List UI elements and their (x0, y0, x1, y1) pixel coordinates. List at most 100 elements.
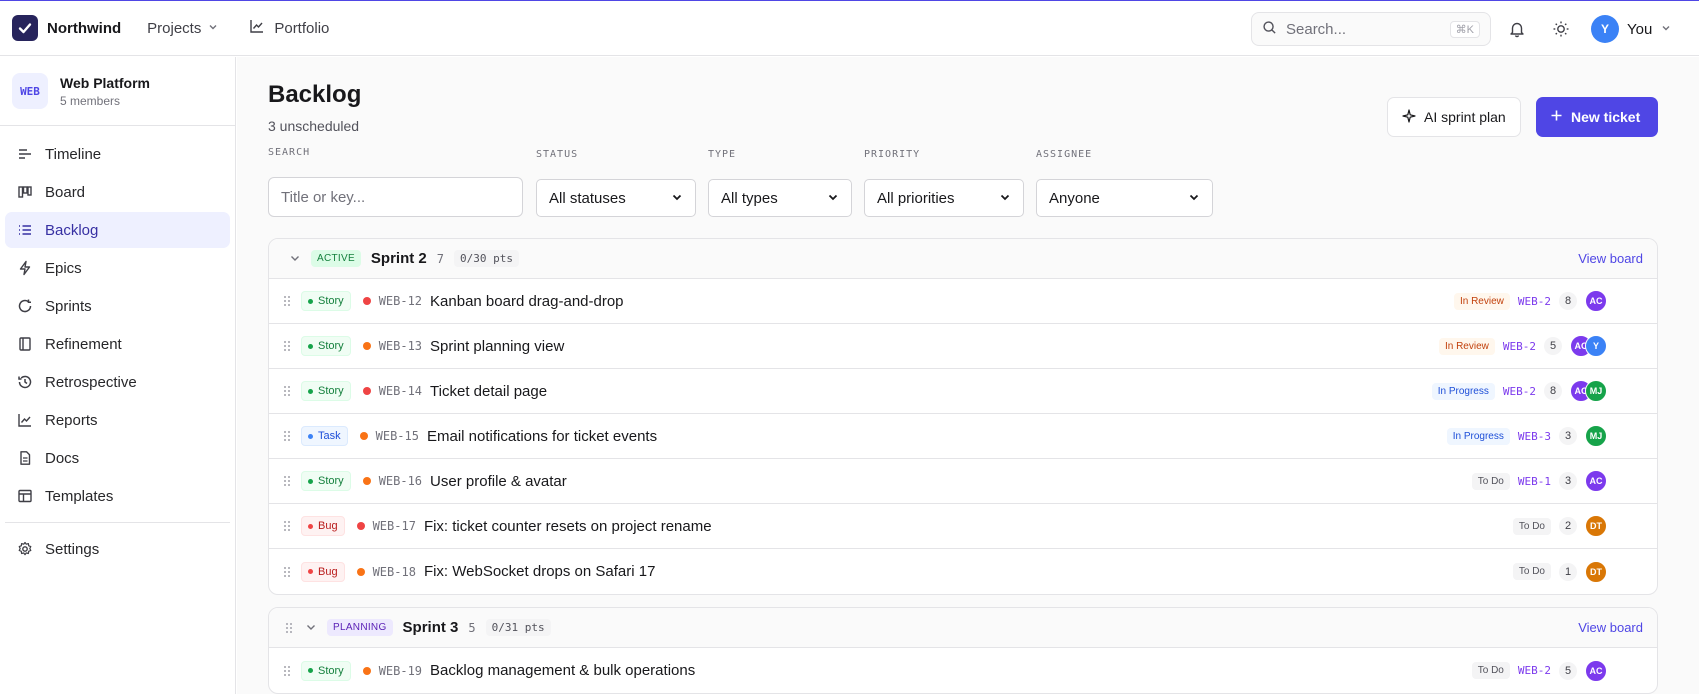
ticket-assignees: AC (1585, 659, 1607, 682)
priority-filter-select[interactable]: All priorities (864, 179, 1024, 217)
status-filter-select[interactable]: All statuses (536, 179, 696, 217)
drag-handle-icon[interactable] (281, 520, 293, 532)
ticket-row[interactable]: Task WEB-15 Email notifications for ticket… (269, 414, 1657, 459)
drag-handle-icon[interactable] (281, 340, 293, 352)
drag-handle-icon[interactable] (281, 475, 293, 487)
ticket-key[interactable]: WEB-14 (379, 384, 422, 398)
user-menu[interactable]: Y You (1591, 15, 1672, 43)
priority-dot-icon (362, 477, 371, 485)
status-filter-label: STATUS (536, 149, 579, 160)
sidebar-item-docs[interactable]: Docs (5, 440, 230, 476)
ticket-row[interactable]: Bug WEB-18 Fix: WebSocket drops on Safari … (269, 549, 1657, 594)
collapse-chevron-icon[interactable] (305, 620, 317, 636)
theme-sun-icon[interactable] (1550, 18, 1572, 40)
view-board-link[interactable]: View board (1578, 251, 1643, 266)
ticket-row[interactable]: Bug WEB-17 Fix: ticket counter resets on p… (269, 504, 1657, 549)
sidebar-item-backlog[interactable]: Backlog (5, 212, 230, 248)
ticket-row[interactable]: Story WEB-13 Sprint planning view In Review… (269, 324, 1657, 369)
ticket-key[interactable]: WEB-15 (376, 429, 419, 443)
ticket-title[interactable]: Fix: WebSocket drops on Safari 17 (424, 563, 656, 580)
ticket-status-badge: In Progress (1446, 427, 1510, 445)
sidebar-item-label: Retrospective (45, 373, 137, 391)
sprint-points: 0/30 pts (454, 250, 519, 267)
ticket-type-label: Story (318, 340, 344, 352)
avatar[interactable]: AC (1585, 659, 1607, 682)
priority-dot-icon (362, 387, 371, 395)
type-filter-label: TYPE (708, 149, 737, 160)
ticket-epic-link[interactable]: WEB-3 (1518, 430, 1551, 443)
app-name: Northwind (47, 19, 122, 37)
chevron-down-icon (999, 190, 1011, 207)
ticket-assignees: DT (1585, 560, 1607, 583)
sidebar-item-timeline[interactable]: Timeline (5, 136, 230, 172)
sidebar-item-sprints[interactable]: Sprints (5, 288, 230, 324)
new-ticket-button[interactable]: New ticket (1536, 97, 1658, 137)
ticket-row[interactable]: Story WEB-16 User profile & avatar To Do WEB… (269, 459, 1657, 504)
avatar[interactable]: AC (1585, 470, 1607, 492)
avatar[interactable]: DT (1585, 560, 1607, 583)
type-filter-select[interactable]: All types (708, 179, 852, 217)
board-icon (18, 186, 32, 198)
avatar[interactable]: MJ (1585, 425, 1607, 447)
top-bar: Northwind Projects Portfolio Search... ⌘… (0, 1, 1699, 56)
sidebar-item-epics[interactable]: Epics (5, 250, 230, 286)
ticket-epic-link[interactable]: WEB-1 (1518, 475, 1551, 488)
ticket-status-badge: In Progress (1431, 382, 1495, 400)
ticket-status-badge: To Do (1512, 563, 1551, 580)
projects-menu[interactable]: Projects (147, 20, 219, 37)
ticket-epic-link[interactable]: WEB-2 (1518, 664, 1551, 677)
ticket-row[interactable]: Story WEB-19 Backlog management & bulk ope… (269, 648, 1657, 693)
ai-sprint-plan-button[interactable]: AI sprint plan (1387, 97, 1521, 137)
workspace-name: Web Platform (60, 74, 150, 91)
drag-handle-icon[interactable] (283, 622, 295, 634)
ticket-key[interactable]: WEB-19 (379, 664, 422, 678)
sidebar-item-retrospective[interactable]: Retrospective (5, 364, 230, 400)
ticket-key[interactable]: WEB-16 (379, 474, 422, 488)
drag-handle-icon[interactable] (281, 430, 293, 442)
sidebar-item-settings[interactable]: Settings (5, 531, 230, 567)
ticket-title[interactable]: Ticket detail page (430, 383, 547, 400)
drag-handle-icon[interactable] (281, 665, 293, 677)
notifications-bell-icon[interactable] (1506, 18, 1528, 40)
ticket-title[interactable]: User profile & avatar (430, 473, 567, 490)
avatar[interactable]: DT (1585, 515, 1607, 537)
ticket-key[interactable]: WEB-13 (379, 339, 422, 353)
sidebar-item-templates[interactable]: Templates (5, 478, 230, 514)
ticket-epic-link[interactable]: WEB-2 (1503, 385, 1536, 398)
collapse-chevron-icon[interactable] (289, 251, 301, 267)
ticket-title[interactable]: Backlog management & bulk operations (430, 662, 695, 679)
ticket-key[interactable]: WEB-17 (373, 519, 416, 533)
ticket-row[interactable]: Story WEB-12 Kanban board drag-and-drop In … (269, 279, 1657, 324)
assignee-filter-select[interactable]: Anyone (1036, 179, 1213, 217)
avatar[interactable]: MJ (1585, 380, 1607, 402)
view-board-link[interactable]: View board (1578, 620, 1643, 635)
ticket-key[interactable]: WEB-18 (373, 565, 416, 579)
ticket-title[interactable]: Email notifications for ticket events (427, 428, 657, 445)
priority-filter-value: All priorities (877, 189, 955, 207)
sidebar-item-board[interactable]: Board (5, 174, 230, 210)
ticket-key[interactable]: WEB-12 (379, 294, 422, 308)
sidebar-item-refinement[interactable]: Refinement (5, 326, 230, 362)
app-logo[interactable]: Northwind (12, 15, 121, 41)
portfolio-link[interactable]: Portfolio (249, 18, 329, 38)
chevron-down-icon (1188, 190, 1200, 207)
ticket-epic-link[interactable]: WEB-2 (1503, 340, 1536, 353)
drag-handle-icon[interactable] (281, 566, 293, 578)
ticket-search-input[interactable] (268, 177, 523, 217)
sidebar-item-reports[interactable]: Reports (5, 402, 230, 438)
ticket-epic-link[interactable]: WEB-2 (1518, 295, 1551, 308)
avatar[interactable]: AC (1585, 290, 1607, 312)
ticket-title[interactable]: Fix: ticket counter resets on project re… (424, 518, 712, 535)
drag-handle-icon[interactable] (281, 385, 293, 397)
sidebar-item-label: Sprints (45, 297, 92, 315)
ticket-title[interactable]: Sprint planning view (430, 338, 564, 355)
ticket-type-label: Bug (318, 565, 338, 578)
workspace-switcher[interactable]: WEB Web Platform 5 members (0, 57, 235, 126)
drag-handle-icon[interactable] (281, 295, 293, 307)
list-icon (19, 225, 31, 235)
global-search-input[interactable]: Search... ⌘K (1251, 12, 1491, 46)
ticket-row[interactable]: Story WEB-14 Ticket detail page In Progress… (269, 369, 1657, 414)
avatar[interactable]: Y (1585, 335, 1607, 357)
ticket-title[interactable]: Kanban board drag-and-drop (430, 293, 623, 310)
type-dot-icon (308, 433, 313, 439)
